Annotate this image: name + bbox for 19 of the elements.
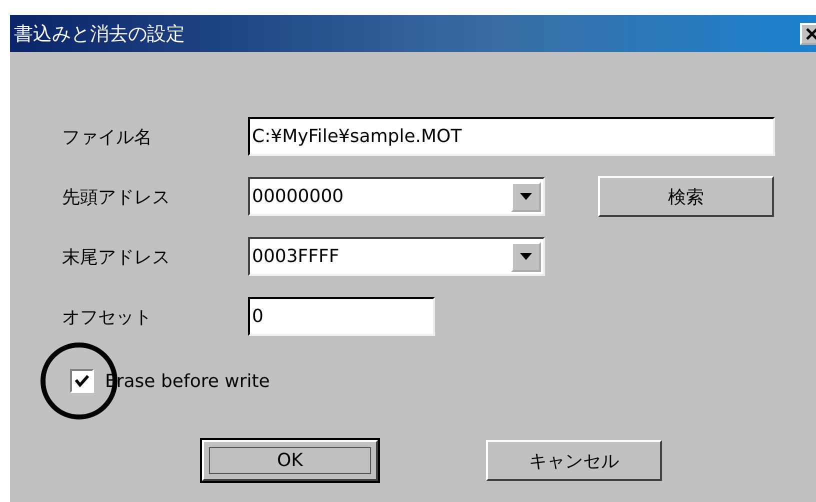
dropdown-button[interactable]	[511, 182, 541, 212]
check-icon	[75, 375, 89, 387]
field-label: オフセット	[62, 306, 153, 328]
field-label: ファイル名	[62, 126, 153, 148]
dialog-button[interactable]: OK	[202, 440, 378, 481]
dropdown-button[interactable]	[511, 242, 541, 272]
combo-box[interactable]: 0003FFFF	[248, 237, 545, 276]
caret-icon	[520, 193, 532, 200]
caret-icon	[520, 253, 532, 260]
search-button[interactable]: 検索	[598, 176, 774, 217]
field-label: 先頭アドレス	[62, 186, 171, 208]
window-title: 書込みと消去の設定	[14, 22, 185, 46]
dialog-button[interactable]: キャンセル	[486, 440, 662, 481]
field-label: 末尾アドレス	[62, 246, 171, 268]
combo-box[interactable]: 00000000	[248, 177, 545, 216]
input-field[interactable]: 0	[248, 297, 435, 336]
checkbox[interactable]	[70, 369, 94, 393]
input-field[interactable]: C:¥MyFile¥sample.MOT	[248, 117, 775, 156]
close-icon	[805, 26, 816, 40]
